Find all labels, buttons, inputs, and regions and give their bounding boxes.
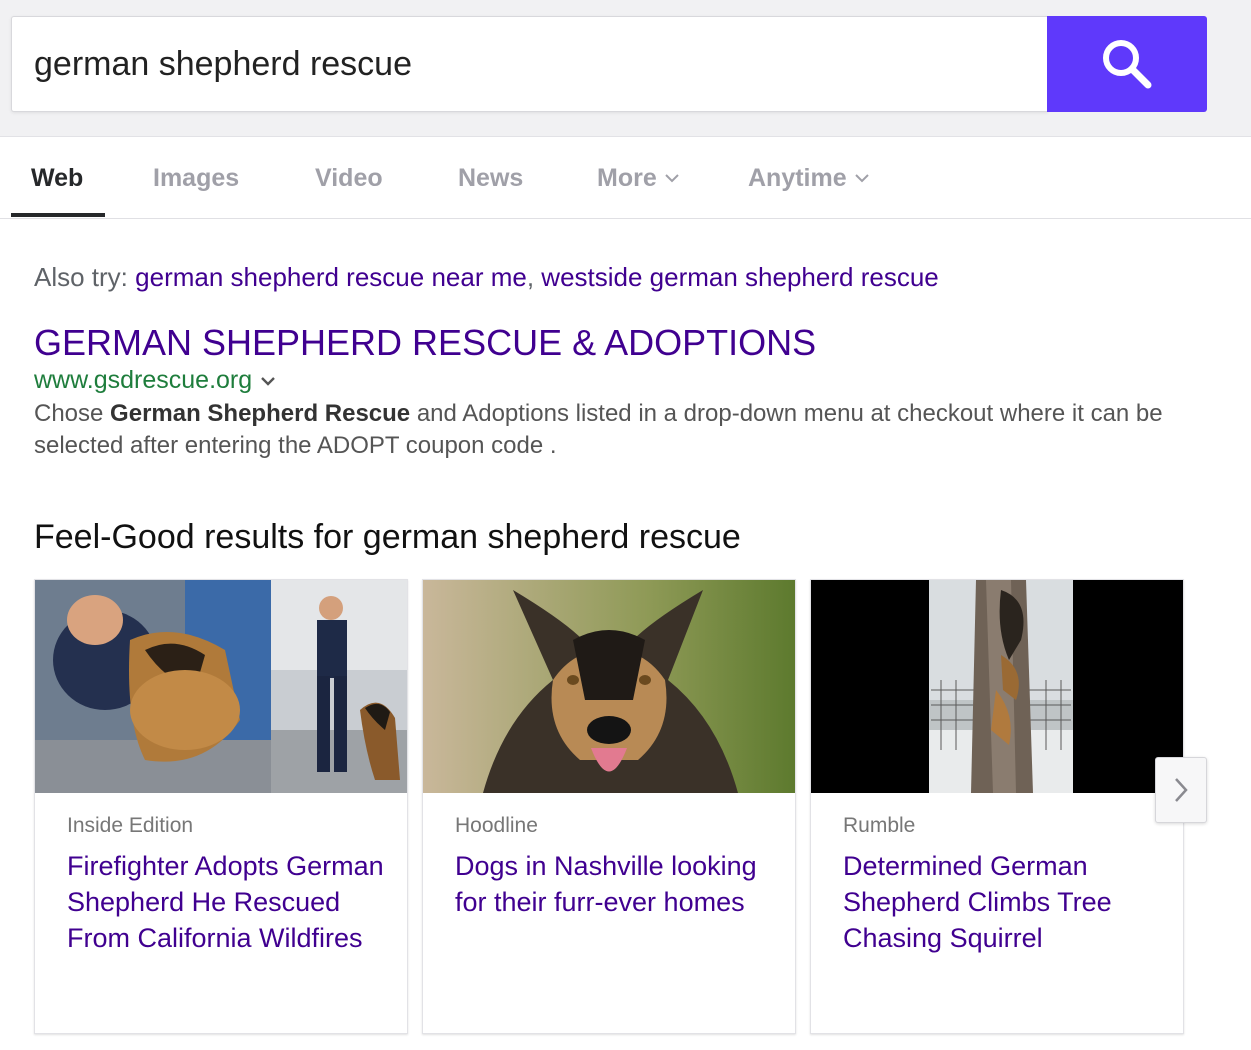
tab-news-label: News bbox=[458, 163, 524, 192]
tab-more[interactable]: More bbox=[597, 138, 679, 218]
search-tabs: Web Images Video News More Anytime bbox=[0, 138, 1251, 219]
search-input[interactable] bbox=[12, 17, 1048, 111]
also-try-separator: , bbox=[526, 262, 535, 292]
news-card-headline[interactable]: Dogs in Nashville looking for their furr… bbox=[455, 848, 775, 920]
also-try-link[interactable]: westside german shepherd rescue bbox=[541, 262, 938, 292]
chevron-right-icon bbox=[1175, 778, 1188, 802]
tab-images-label: Images bbox=[153, 163, 240, 192]
search-button[interactable] bbox=[1047, 16, 1207, 112]
tab-anytime-label: Anytime bbox=[748, 163, 847, 192]
news-card[interactable]: Rumble Determined German Shepherd Climbs… bbox=[810, 579, 1184, 1034]
result-description: Chose German Shepherd Rescue and Adoptio… bbox=[34, 398, 1204, 462]
tab-web-label: Web bbox=[31, 163, 84, 192]
tab-anytime[interactable]: Anytime bbox=[748, 138, 869, 218]
result-desc-before: Chose bbox=[34, 400, 111, 427]
tab-video[interactable]: Video bbox=[315, 138, 383, 218]
chevron-down-icon bbox=[665, 174, 679, 183]
news-card-image bbox=[811, 580, 1183, 793]
result-url-text[interactable]: www.gsdrescue.org bbox=[34, 366, 252, 395]
news-card[interactable]: Hoodline Dogs in Nashville looking for t… bbox=[422, 579, 796, 1034]
also-try-link[interactable]: german shepherd rescue near me bbox=[135, 262, 527, 292]
news-card-source: Inside Edition bbox=[67, 814, 194, 837]
also-try-label: Also try: bbox=[34, 262, 128, 292]
tab-news[interactable]: News bbox=[458, 138, 523, 218]
news-card-source: Rumble bbox=[843, 814, 916, 837]
result-desc-bold: German Shepherd Rescue bbox=[110, 400, 411, 427]
feel-good-heading: Feel-Good results for german shepherd re… bbox=[34, 518, 741, 556]
news-card-image bbox=[35, 580, 407, 793]
search-icon bbox=[1103, 40, 1152, 89]
result-title-link[interactable]: GERMAN SHEPHERD RESCUE & ADOPTIONS bbox=[34, 322, 816, 364]
news-card[interactable]: Inside Edition Firefighter Adopts German… bbox=[34, 579, 408, 1034]
news-card-image bbox=[423, 580, 795, 793]
tab-images[interactable]: Images bbox=[153, 138, 239, 218]
tab-video-label: Video bbox=[315, 163, 383, 192]
search-header bbox=[0, 0, 1251, 137]
active-tab-indicator bbox=[11, 213, 105, 217]
chevron-down-icon[interactable] bbox=[260, 375, 276, 387]
chevron-down-icon bbox=[854, 174, 869, 183]
news-card-source: Hoodline bbox=[455, 814, 538, 837]
tab-web[interactable]: Web bbox=[31, 138, 83, 218]
search-box[interactable] bbox=[11, 16, 1048, 112]
result-url: www.gsdrescue.org bbox=[34, 366, 276, 395]
carousel-next-button[interactable] bbox=[1155, 757, 1207, 823]
news-card-headline[interactable]: Firefighter Adopts German Shepherd He Re… bbox=[67, 848, 387, 956]
tab-more-label: More bbox=[597, 163, 657, 192]
news-card-headline[interactable]: Determined German Shepherd Climbs Tree C… bbox=[843, 848, 1163, 956]
also-try: Also try: german shepherd rescue near me… bbox=[34, 262, 939, 293]
